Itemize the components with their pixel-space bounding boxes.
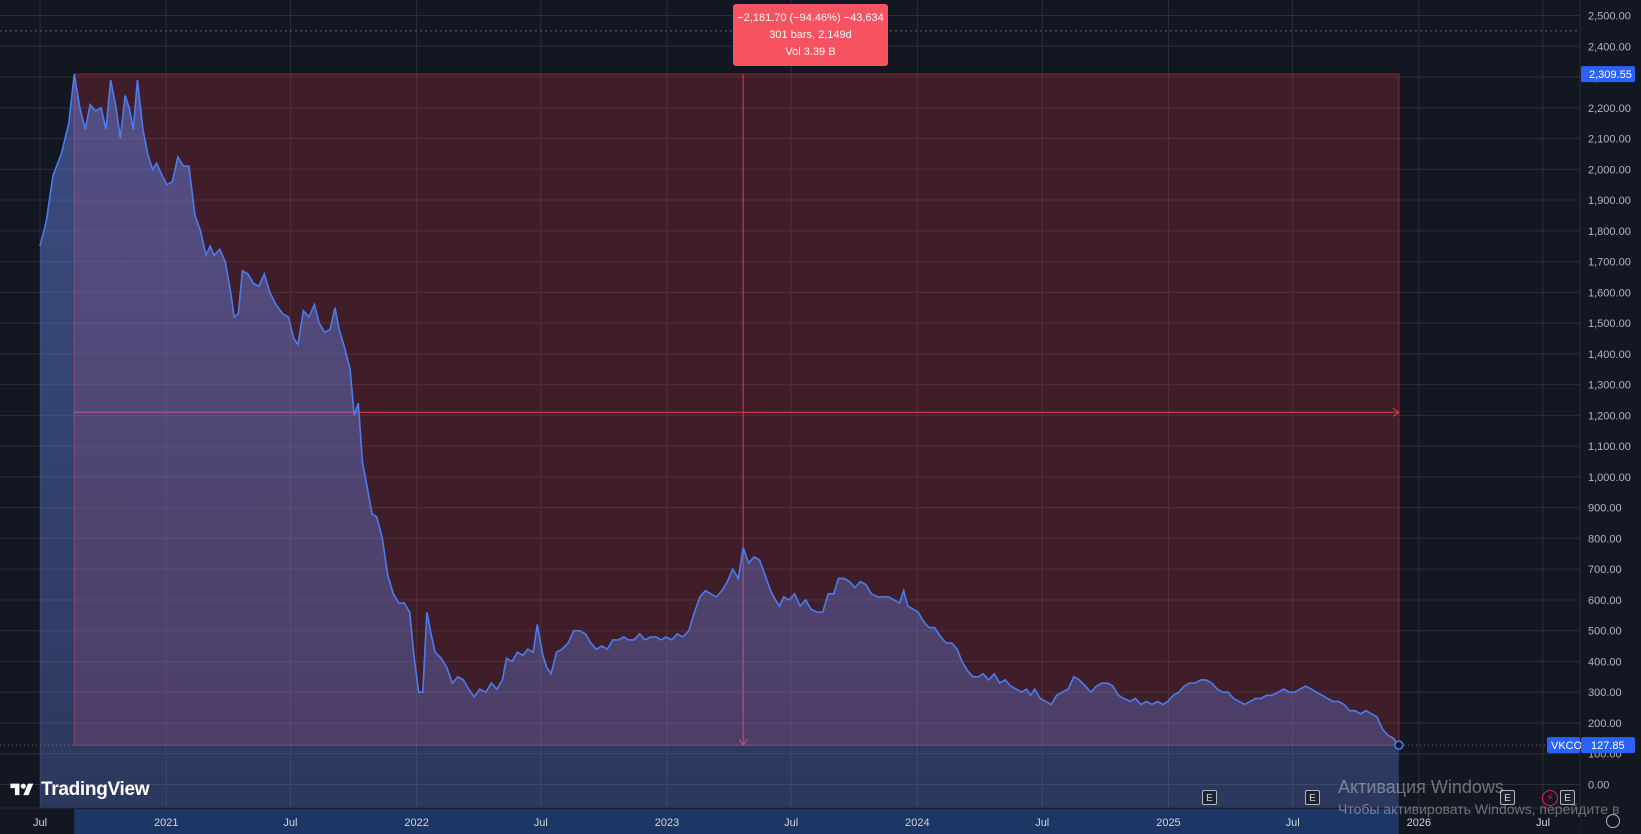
y-tick-label: 600.00 [1588,595,1622,607]
y-tick-label: 1,800.00 [1588,226,1631,238]
x-tick-label: 2021 [154,817,178,829]
x-tick-label: Jul [33,817,47,829]
y-tick-label: 700.00 [1588,564,1622,576]
y-tick-label: 1,700.00 [1588,257,1631,269]
symbol-label: VKCO [1551,740,1583,752]
x-tick-label: Jul [1035,817,1049,829]
settings-icon[interactable] [1606,814,1620,828]
x-tick-label: 2023 [655,817,679,829]
y-tick-label: 500.00 [1588,626,1622,638]
earnings-marker[interactable]: E [1202,790,1217,805]
y-tick-label: 2,200.00 [1588,103,1631,115]
y-tick-label: 300.00 [1588,687,1622,699]
x-tick-label: 2026 [1407,817,1431,829]
x-tick-label: 2025 [1156,817,1180,829]
last-price-label: 127.85 [1591,740,1625,752]
watermark-subtitle: Чтобы активировать Windows, перейдите в [1338,801,1620,817]
y-tick-label: 1,900.00 [1588,195,1631,207]
tradingview-logo[interactable]: TradingView [8,779,150,801]
y-tick-label: 2,100.00 [1588,134,1631,146]
time-axis-range-highlight [74,809,1399,834]
measure-volume-text: Vol 3.39 B [785,46,836,58]
x-tick-label: Jul [784,817,798,829]
tradingview-logo-text: TradingView [41,779,150,800]
y-tick-label: 400.00 [1588,656,1622,668]
x-tick-label: Jul [1286,817,1300,829]
y-tick-label: 1,300.00 [1588,380,1631,392]
x-tick-label: Jul [1536,817,1550,829]
measure-tooltip: −2,181.70 (−94.46%) −43,634 301 bars, 2,… [733,4,888,66]
y-tick-label: 900.00 [1588,503,1622,515]
x-tick-label: Jul [283,817,297,829]
y-tick-label: 2,000.00 [1588,164,1631,176]
y-tick-label: 800.00 [1588,533,1622,545]
range-high-label: 2,309.55 [1589,69,1632,81]
y-tick-label: 1,500.00 [1588,318,1631,330]
y-tick-label: 2,500.00 [1588,11,1631,23]
last-price-marker [1394,740,1404,750]
y-tick-label: 200.00 [1588,718,1622,730]
x-tick-label: Jul [534,817,548,829]
y-tick-label: 2,400.00 [1588,41,1631,53]
earnings-marker[interactable]: E [1305,790,1320,805]
y-tick-label: 1,000.00 [1588,472,1631,484]
watermark-title: Активация Windows [1338,777,1504,797]
y-tick-label: 1,100.00 [1588,441,1631,453]
measure-bars-text: 301 bars, 2,149d [769,29,852,41]
price-chart[interactable]: 2,500.002,400.002,300.002,200.002,100.00… [0,0,1641,834]
windows-activation-watermark: Активация Windows Чтобы активировать Win… [1338,777,1620,817]
measure-change-text: −2,181.70 (−94.46%) −43,634 [737,12,884,24]
x-tick-label: 2022 [404,817,428,829]
y-tick-label: 1,600.00 [1588,287,1631,299]
tradingview-logo-icon [10,783,34,796]
y-tick-label: 1,400.00 [1588,349,1631,361]
x-tick-label: 2024 [905,817,929,829]
y-tick-label: 1,200.00 [1588,410,1631,422]
